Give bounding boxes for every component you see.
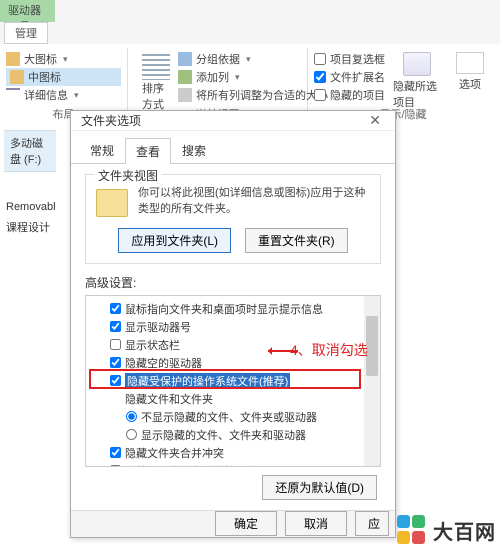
left-panel: 多动磁盘 (F:) Removable Dis 课程设计 [0,104,60,242]
adv-item[interactable]: 显示驱动器号 [92,318,374,336]
chevron-down-icon [61,53,68,65]
layout-big-icon[interactable]: 大图标 [6,50,121,68]
checkbox[interactable] [110,447,121,458]
restore-defaults-button[interactable]: 还原为默认值(D) [262,475,377,500]
ribbon: 驱动器工具 管理 大图标 中图标 详细信息 布局 排序方式 分组依据 添加列 将… [0,0,500,104]
adv-item[interactable]: 显示隐藏的文件、文件夹和驱动器 [92,426,374,444]
add-column[interactable]: 添加列 [178,68,328,86]
checkbox[interactable] [110,357,121,368]
annotation-text: 4、取消勾选 [290,340,368,360]
fit-columns[interactable]: 将所有列调整为合适的大小 [178,86,328,104]
apply-to-folders-button[interactable]: 应用到文件夹(L) [118,228,231,253]
adv-item[interactable]: 隐藏文件和文件夹 [92,390,374,408]
close-icon[interactable]: ✕ [365,112,385,129]
adv-item[interactable]: 隐藏已知文件类型的扩展名 [92,462,374,467]
advanced-settings-list[interactable]: 鼠标指向文件夹和桌面项时显示提示信息显示驱动器号显示状态栏隐藏空的驱动器隐藏受保… [85,295,381,467]
adv-item[interactable]: 隐藏受保护的操作系统文件(推荐) [92,372,374,390]
checkbox[interactable] [110,303,121,314]
tree-course[interactable]: 课程设计 [4,216,56,238]
chevron-down-icon [244,53,251,65]
dialog-title: 文件夹选项 [81,112,141,129]
brand-watermark: 大百网 [397,515,496,545]
apply-button[interactable]: 应 [355,511,389,536]
checkbox[interactable] [110,321,121,332]
folder-options-dialog: 文件夹选项 ✕ 常规 查看 搜索 文件夹视图 你可以将此视图(如详细信息或图标)… [70,110,396,538]
reset-folders-button[interactable]: 重置文件夹(R) [245,228,348,253]
group-by[interactable]: 分组依据 [178,50,328,68]
tab-general[interactable]: 常规 [79,137,125,163]
dialog-tabs: 常规 查看 搜索 [71,131,395,164]
cancel-button[interactable]: 取消 [285,511,347,536]
folder-view-title: 文件夹视图 [94,167,162,184]
dialog-footer: 确定 取消 应 [71,510,395,537]
radio[interactable] [126,411,137,422]
tab-view[interactable]: 查看 [125,138,171,164]
checkbox[interactable] [110,339,121,350]
folder-icon [96,189,128,217]
tab-search[interactable]: 搜索 [171,137,217,163]
folder-view-group: 文件夹视图 你可以将此视图(如详细信息或图标)应用于这种类型的所有文件夹。 应用… [85,174,381,264]
manage-tab[interactable]: 管理 [4,22,48,44]
scrollbar-thumb[interactable] [366,316,378,376]
chevron-down-icon [72,89,79,101]
radio[interactable] [126,429,137,440]
options-icon [456,52,484,74]
adv-item[interactable]: 鼠标指向文件夹和桌面项时显示提示信息 [92,300,374,318]
brand-text: 大百网 [433,516,496,545]
chevron-down-icon [233,71,240,83]
layout-mid-icon[interactable]: 中图标 [6,68,121,86]
tools-title: 驱动器工具 [0,0,55,22]
checkbox[interactable] [110,375,121,386]
folder-view-desc: 你可以将此视图(如详细信息或图标)应用于这种类型的所有文件夹。 [138,185,370,218]
adv-item[interactable]: 隐藏文件夹合并冲突 [92,444,374,462]
advanced-label: 高级设置: [85,274,381,291]
adv-item[interactable]: 不显示隐藏的文件、文件夹或驱动器 [92,408,374,426]
file-extensions[interactable]: 文件扩展名 [314,68,385,86]
drive-header[interactable]: 多动磁盘 (F:) [4,130,56,172]
item-checkboxes[interactable]: 项目复选框 [314,50,385,68]
checkbox[interactable] [110,465,121,467]
hide-icon [403,52,431,76]
layout-detail[interactable]: 详细信息 [6,86,121,104]
tools-label: 驱动器工具 [8,2,47,20]
tree-removable[interactable]: Removable Dis [4,198,56,216]
hidden-items[interactable]: 隐藏的项目 [314,86,385,104]
ok-button[interactable]: 确定 [215,511,277,536]
brand-logo-icon [397,515,427,545]
